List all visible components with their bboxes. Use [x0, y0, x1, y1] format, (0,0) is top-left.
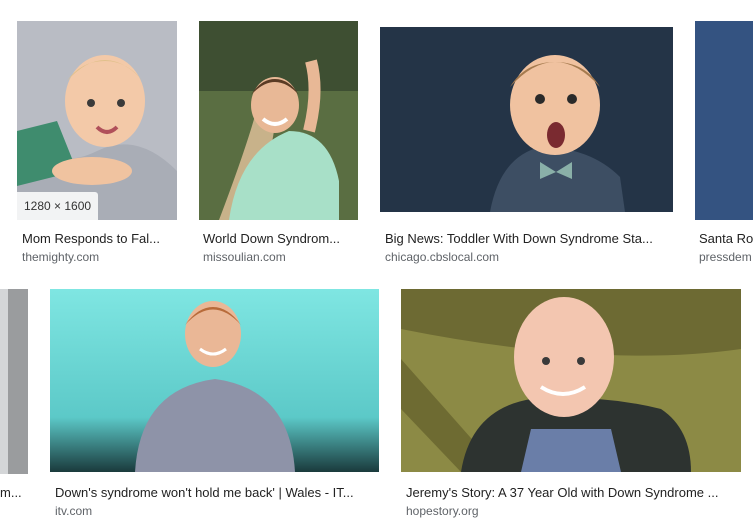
- result-1-source: themighty.com: [22, 250, 100, 264]
- result-7-thumbnail[interactable]: [401, 289, 741, 472]
- result-4-source: pressdem: [699, 250, 752, 264]
- result-3-source: chicago.cbslocal.com: [385, 250, 500, 264]
- result-3-title[interactable]: Big News: Toddler With Down Syndrome Sta…: [385, 231, 673, 246]
- result-2-title[interactable]: World Down Syndrom...: [203, 231, 358, 246]
- result-4-thumbnail[interactable]: [695, 21, 753, 220]
- result-1-thumbnail[interactable]: 1280 × 1600: [17, 21, 177, 220]
- result-7-source: hopestory.org: [406, 504, 479, 518]
- result-6-title[interactable]: Down's syndrome won't hold me back' | Wa…: [55, 485, 379, 500]
- result-5-thumbnail[interactable]: [0, 289, 28, 474]
- result-6-source: itv.com: [55, 504, 93, 518]
- result-6-thumbnail[interactable]: [50, 289, 379, 472]
- result-2-source: missoulian.com: [203, 250, 286, 264]
- result-5-title[interactable]: m...: [0, 485, 28, 500]
- result-4-title[interactable]: Santa Ro: [699, 231, 753, 246]
- result-3-thumbnail[interactable]: [380, 27, 673, 212]
- result-2-thumbnail[interactable]: [199, 21, 358, 220]
- result-1-title[interactable]: Mom Responds to Fal...: [22, 231, 177, 246]
- image-dimensions-badge: 1280 × 1600: [17, 192, 99, 220]
- result-7-title[interactable]: Jeremy's Story: A 37 Year Old with Down …: [406, 485, 741, 500]
